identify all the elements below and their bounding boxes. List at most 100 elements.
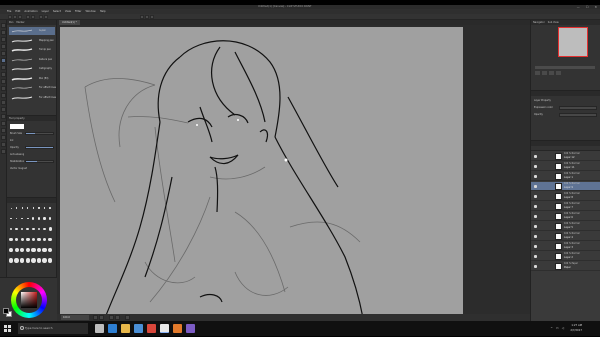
eraser-tool-icon[interactable]: [1, 86, 6, 91]
pencil-tool-icon[interactable]: [1, 65, 6, 70]
brush-size-preset[interactable]: [43, 207, 46, 209]
brush-size-preset[interactable]: [14, 237, 19, 242]
layer-row[interactable]: 100 % Normal Layer 8: [531, 192, 600, 201]
firefox-icon[interactable]: [173, 324, 182, 333]
menu-animation[interactable]: Animation: [24, 10, 37, 13]
brush-size-preset[interactable]: [16, 207, 18, 209]
brush-tool-icon[interactable]: [1, 72, 6, 77]
menu-file[interactable]: File: [7, 10, 11, 13]
brush-item[interactable]: Kabura pen: [9, 56, 55, 64]
clear-icon[interactable]: [39, 15, 43, 19]
document-tab[interactable]: Untitled(1) *: [59, 20, 80, 25]
brush-size-preset[interactable]: [38, 207, 40, 209]
eye-icon[interactable]: [534, 205, 537, 208]
brush-size-preset[interactable]: [14, 258, 19, 263]
brush-size-preset[interactable]: [10, 207, 12, 209]
tab-marker[interactable]: Marker: [16, 21, 24, 24]
eye-icon[interactable]: [534, 215, 537, 218]
taskbar-clock[interactable]: 1:27 AM 2/7/2017: [570, 323, 582, 333]
expression-color-select[interactable]: [559, 106, 597, 110]
stabilization-slider[interactable]: [25, 160, 54, 163]
brush-size-preset[interactable]: [31, 247, 36, 253]
brush-size-preset[interactable]: [21, 217, 24, 220]
file-explorer-icon[interactable]: [121, 324, 130, 333]
eye-icon[interactable]: [534, 195, 537, 198]
airbrush-tool-icon[interactable]: [1, 79, 6, 84]
brush-size-preset[interactable]: [49, 217, 52, 220]
menu-help[interactable]: Help: [100, 10, 106, 13]
chrome-icon[interactable]: [147, 324, 156, 333]
tab-sub-view[interactable]: Sub View: [548, 21, 559, 24]
balloon-tool-icon[interactable]: [1, 142, 6, 147]
snap-grid-icon[interactable]: [150, 15, 154, 19]
drawing-canvas[interactable]: [60, 27, 463, 318]
layer-row[interactable]: 100 % Normal Layer 12: [531, 152, 600, 161]
brush-item[interactable]: For effect lines: [9, 84, 56, 92]
brush-size-preset[interactable]: [42, 247, 47, 253]
navigator-zoom-slider[interactable]: [535, 66, 595, 69]
figure-tool-icon[interactable]: [1, 114, 6, 119]
taskbar-search-input[interactable]: Type here to search: [18, 323, 88, 334]
brush-size-preset[interactable]: [15, 217, 18, 220]
pen-tool-icon[interactable]: [1, 58, 6, 63]
save-icon[interactable]: [18, 15, 22, 19]
snap-ruler-icon[interactable]: [140, 15, 144, 19]
brush-size-preset[interactable]: [32, 227, 35, 231]
zoom-out-icon[interactable]: [93, 315, 98, 320]
volume-icon[interactable]: ◁: [562, 326, 564, 330]
brush-item[interactable]: Calligraphy: [9, 65, 55, 73]
brush-size-preset[interactable]: [42, 258, 47, 263]
redo-icon[interactable]: [31, 15, 35, 19]
brush-size-preset[interactable]: [31, 258, 36, 263]
layer-row[interactable]: 100 % Paper Paper: [531, 262, 600, 271]
nav-zoom-in-icon[interactable]: [542, 71, 547, 75]
chevron-up-icon[interactable]: ^: [550, 326, 553, 330]
layer-row[interactable]: 100 % Normal Layer 9: [531, 182, 600, 191]
brush-size-preset[interactable]: [15, 227, 18, 231]
zoom-in-icon[interactable]: [99, 315, 104, 320]
brush-item[interactable]: Mapping pen: [9, 37, 55, 45]
brush-size-preset[interactable]: [26, 217, 29, 220]
menu-filter[interactable]: Filter: [75, 10, 81, 13]
brush-size-preset[interactable]: [48, 227, 52, 231]
brush-size-preset[interactable]: [32, 217, 35, 220]
layer-row[interactable]: 100 % Normal Layer 6: [531, 212, 600, 221]
brush-item[interactable]: Turnip pen: [9, 46, 55, 54]
layer-row[interactable]: 100 % Normal Layer 11: [531, 162, 600, 171]
eye-icon[interactable]: [534, 235, 537, 238]
menu-edit[interactable]: Edit: [15, 10, 20, 13]
brush-size-preset[interactable]: [20, 237, 24, 242]
brush-size-preset[interactable]: [32, 207, 35, 209]
new-canvas-icon[interactable]: [8, 15, 12, 19]
brush-size-preset[interactable]: [25, 247, 30, 253]
rotate-right-icon[interactable]: [115, 315, 120, 320]
brush-item[interactable]: Pen (fill): [9, 75, 55, 83]
brush-size-preset[interactable]: [43, 217, 46, 220]
layer-row[interactable]: 100 % Normal Layer 5: [531, 222, 600, 231]
brush-size-preset[interactable]: [47, 247, 53, 253]
brush-size-preset[interactable]: [36, 258, 42, 263]
blend-tool-icon[interactable]: [1, 93, 6, 98]
brush-size-preset[interactable]: [9, 248, 13, 252]
store-icon[interactable]: [134, 324, 143, 333]
brush-size-preset[interactable]: [31, 237, 36, 242]
layer-row[interactable]: 100 % Normal Layer 2: [531, 252, 600, 261]
eye-icon[interactable]: [534, 265, 537, 268]
frame-tool-icon[interactable]: [1, 121, 6, 126]
layer-opacity-field[interactable]: [559, 113, 597, 117]
brush-size-preset[interactable]: [36, 247, 42, 253]
brush-size-preset[interactable]: [19, 258, 25, 263]
brush-size-preset[interactable]: [49, 207, 51, 209]
clip-studio-icon[interactable]: [160, 324, 169, 333]
menu-view[interactable]: View: [65, 10, 71, 13]
zoom-tool-icon[interactable]: [1, 23, 6, 28]
brush-size-preset[interactable]: [9, 237, 13, 242]
operation-tool-icon[interactable]: [1, 37, 6, 42]
flip-icon[interactable]: [125, 315, 130, 320]
brush-size-preset[interactable]: [9, 227, 13, 231]
task-view-icon[interactable]: [95, 324, 104, 333]
nav-fit-icon[interactable]: [549, 71, 554, 75]
correct-line-tool-icon[interactable]: [1, 149, 6, 154]
brush-size-slider[interactable]: [25, 132, 54, 135]
opacity-slider[interactable]: [25, 146, 54, 149]
